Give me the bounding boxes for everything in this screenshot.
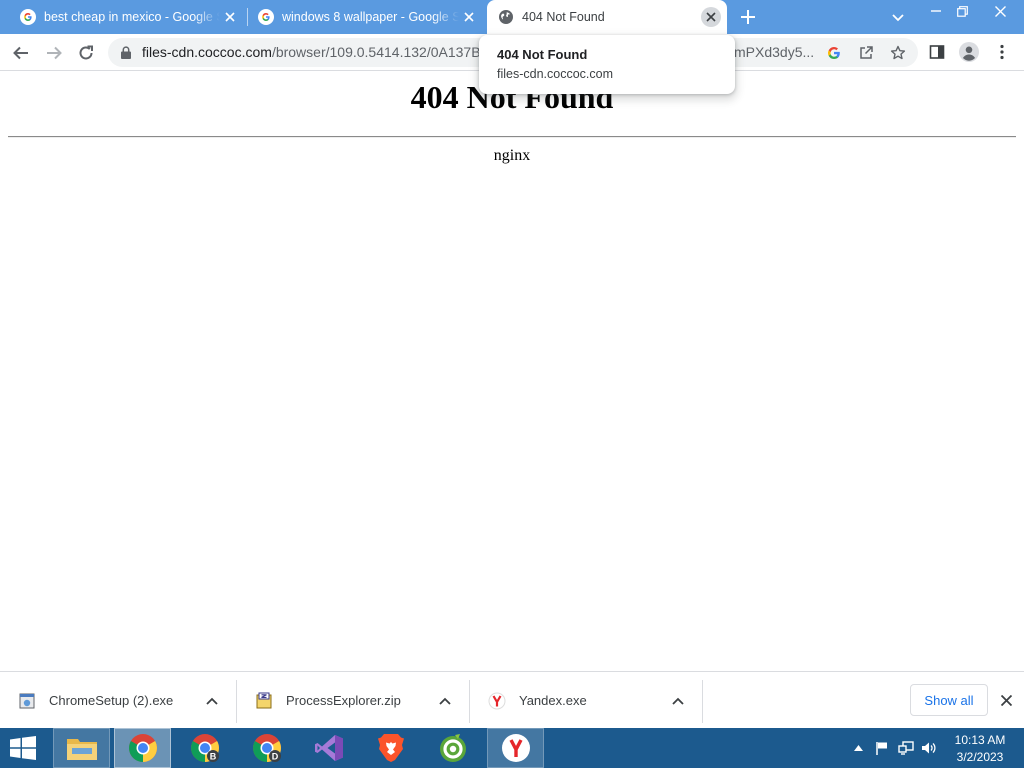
- download-separator: [702, 680, 703, 723]
- close-tab-icon[interactable]: [459, 7, 479, 27]
- google-icon: [20, 9, 36, 25]
- close-window-icon[interactable]: [980, 0, 1020, 22]
- folder-icon: [66, 739, 97, 760]
- close-tab-icon[interactable]: [220, 7, 240, 27]
- system-clock[interactable]: 10:13 AM 3/2/2023: [945, 732, 1015, 766]
- forward-button[interactable]: [41, 40, 67, 66]
- zip-archive-icon: [256, 692, 272, 708]
- reload-icon: [79, 45, 93, 60]
- arrow-right-icon: [47, 46, 62, 60]
- chevron-down-icon[interactable]: [889, 8, 907, 26]
- side-panel-icon[interactable]: [927, 42, 947, 62]
- restore-icon[interactable]: [947, 0, 977, 22]
- start-button[interactable]: [0, 728, 46, 768]
- tab-google-search-wallpaper[interactable]: windows 8 wallpaper - Google Search: [248, 0, 485, 34]
- chevron-up-icon[interactable]: [433, 689, 457, 713]
- show-hidden-icons-icon[interactable]: [850, 740, 866, 756]
- menu-kebab-icon[interactable]: [992, 42, 1012, 62]
- page-content: 404 Not Found nginx: [0, 72, 1024, 671]
- coccoc-icon: [439, 734, 466, 762]
- chrome-beta-icon: B: [190, 734, 219, 762]
- clock-time: 10:13 AM: [954, 733, 1006, 747]
- chevron-up-icon[interactable]: [666, 689, 690, 713]
- chrome-dev-icon: D: [252, 734, 281, 762]
- url-path: /browser/109.0.5414.132/0A137B3: [271, 44, 489, 60]
- download-filename: Yandex.exe: [519, 693, 587, 708]
- visual-studio-icon: [314, 735, 343, 761]
- back-button[interactable]: [8, 40, 34, 66]
- close-tab-icon[interactable]: [701, 7, 721, 27]
- volume-icon[interactable]: [921, 740, 937, 756]
- taskbar-chrome-dev[interactable]: D: [238, 728, 295, 768]
- download-filename: ProcessExplorer.zip: [286, 693, 401, 708]
- hover-card-domain: files-cdn.coccoc.com: [497, 67, 614, 81]
- tab-404-not-found[interactable]: 404 Not Found: [487, 0, 727, 34]
- tab-title: windows 8 wallpaper - Google Search: [282, 10, 459, 24]
- taskbar-file-explorer[interactable]: [53, 728, 110, 768]
- yandex-icon: [501, 734, 530, 762]
- taskbar-yandex[interactable]: [487, 728, 544, 768]
- windows-logo-icon: [10, 736, 36, 760]
- show-all-button[interactable]: Show all: [910, 684, 988, 716]
- chevron-up-icon[interactable]: [200, 689, 224, 713]
- new-tab-button[interactable]: [737, 6, 759, 28]
- download-shelf: ChromeSetup (2).exe ProcessExplorer.zip …: [0, 671, 1024, 728]
- profile-avatar-icon[interactable]: [959, 42, 979, 62]
- close-icon[interactable]: [995, 689, 1017, 711]
- svg-text:B: B: [209, 752, 216, 762]
- brave-lion-icon: [377, 734, 404, 762]
- download-item[interactable]: ChromeSetup (2).exe: [0, 672, 236, 729]
- windows-taskbar: B D 10:13 AM 3/2/2023: [0, 728, 1024, 768]
- google-icon: [258, 9, 274, 25]
- reload-button[interactable]: [73, 40, 99, 66]
- yandex-icon: [488, 692, 506, 709]
- hover-card-title: 404 Not Found: [497, 47, 588, 62]
- clock-date: 3/2/2023: [956, 750, 1004, 764]
- taskbar-coccoc[interactable]: [424, 728, 481, 768]
- taskbar-chrome-beta[interactable]: B: [176, 728, 233, 768]
- tab-strip: best cheap in mexico - Google Search win…: [0, 0, 1024, 34]
- tab-google-search-mexico[interactable]: best cheap in mexico - Google Search: [0, 0, 246, 34]
- url-host: files-cdn.coccoc.com: [142, 44, 272, 60]
- taskbar-chrome[interactable]: [114, 728, 171, 768]
- google-lens-icon[interactable]: [825, 44, 843, 62]
- tab-title: best cheap in mexico - Google Search: [44, 10, 220, 24]
- action-center-flag-icon[interactable]: [874, 740, 890, 756]
- taskbar-brave[interactable]: [362, 728, 419, 768]
- chrome-icon: [128, 734, 157, 762]
- url-tail: mPXd3dy5...: [734, 44, 815, 60]
- installer-icon: [19, 693, 35, 708]
- arrow-left-icon: [13, 46, 28, 60]
- horizontal-rule: [8, 136, 1016, 138]
- download-item[interactable]: ProcessExplorer.zip: [237, 672, 469, 729]
- server-signature: nginx: [493, 147, 531, 164]
- download-item[interactable]: Yandex.exe: [470, 672, 702, 729]
- share-icon[interactable]: [857, 44, 875, 62]
- network-icon[interactable]: [898, 740, 914, 756]
- globe-icon: [499, 10, 513, 24]
- lock-icon[interactable]: [120, 46, 132, 59]
- tab-title: 404 Not Found: [522, 10, 605, 24]
- download-filename: ChromeSetup (2).exe: [49, 693, 174, 708]
- tab-hover-card: 404 Not Found files-cdn.coccoc.com: [479, 35, 735, 94]
- taskbar-visual-studio[interactable]: [300, 728, 357, 768]
- star-icon[interactable]: [889, 44, 907, 62]
- svg-text:D: D: [271, 752, 278, 762]
